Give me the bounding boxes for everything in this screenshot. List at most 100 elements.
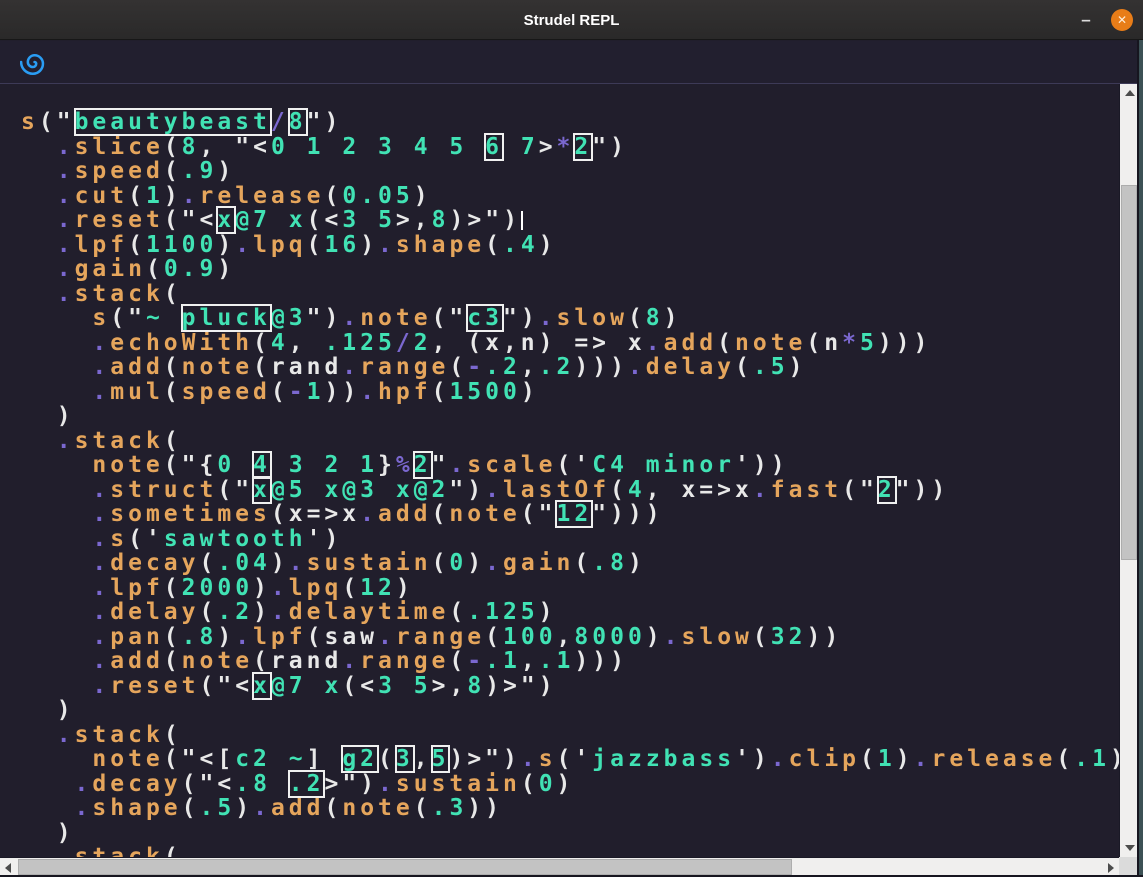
code-token: ") [307,109,343,135]
code-token: scale [467,452,556,478]
close-button[interactable]: ✕ [1111,9,1133,31]
code-token: { [199,452,217,478]
code-token: ) [521,379,539,405]
code-token: rand [271,354,342,380]
strudel-spiral-icon[interactable] [20,48,48,76]
code-token: ) [21,697,75,723]
code-line: .cut(1).release(0.05) [21,183,1119,208]
highlighted-token: .2 [289,771,325,797]
code-token: ( [164,281,182,307]
code-token: note [735,330,806,356]
code-editor[interactable]: s("beautybeast/8") .slice(8, "<0 1 2 3 4… [0,84,1119,857]
code-line: .s('sawtooth') [21,526,1119,551]
scroll-left-arrow-icon[interactable] [5,863,11,873]
code-token: ( [342,673,360,699]
code-token [21,501,92,527]
code-token: ( [253,354,271,380]
code-token: .04 [217,550,271,576]
code-token: ) [467,550,485,576]
minimize-button[interactable]: – [1077,10,1095,30]
code-token: ) [450,207,468,233]
code-token [21,771,75,797]
code-line: .decay("<.8 .2>").sustain(0) [21,771,1119,796]
code-token: ( [753,624,771,650]
code-token: . [289,550,307,576]
code-token: < [200,207,218,233]
code-line: .gain(0.9) [21,256,1119,281]
vertical-scrollbar[interactable] [1119,84,1137,857]
code-token: add [271,795,325,821]
code-token: delay [646,354,735,380]
scroll-down-arrow-icon[interactable] [1125,845,1135,851]
highlighted-token: x [253,477,271,503]
scroll-up-arrow-icon[interactable] [1125,90,1135,96]
highlighted-token: x [217,207,235,233]
code-token: sawtooth [164,526,307,552]
code-token: ) [271,550,289,576]
vertical-scrollbar-thumb[interactable] [1121,185,1137,560]
code-token: < [325,207,343,233]
code-token: } [378,452,396,478]
code-token: ( [485,232,503,258]
code-token: ( [128,183,146,209]
code-token: x@3 x@2 [307,477,450,503]
code-token: add [110,354,164,380]
highlighted-token: 5 [432,746,450,772]
code-token: . [57,428,75,454]
code-token: 4 [271,330,289,356]
code-token: .5 [753,354,789,380]
code-token [21,599,92,625]
code-line: .shape(.5).add(note(.3)) [21,795,1119,820]
code-token: .1 [485,648,521,674]
code-token: , [414,207,432,233]
code-token: 8 [182,134,200,160]
code-token: ) [664,305,682,331]
code-token: . [914,746,932,772]
code-token: ") [592,134,628,160]
code-token: > [432,673,450,699]
code-token: < [217,771,235,797]
code-token: . [646,330,664,356]
titlebar[interactable]: Strudel REPL – ✕ [0,0,1143,40]
code-token: . [360,501,378,527]
code-token: . [485,477,503,503]
code-token: > [467,746,485,772]
horizontal-scrollbar-thumb[interactable] [18,859,792,875]
code-line: .sometimes(x=>x.add(note("12"))) [21,501,1119,526]
code-token: ( [378,746,396,772]
code-line: .add(note(rand.range(-.2,.2))).delay(.5) [21,354,1119,379]
code-token: % [396,452,414,478]
horizontal-scrollbar[interactable] [0,857,1119,875]
scroll-right-arrow-icon[interactable] [1108,863,1114,873]
code-token: (" [164,746,200,772]
code-token: s [21,109,39,135]
code-token: . [235,232,253,258]
code-token: stack [75,281,164,307]
code-token: ))) [878,330,932,356]
scrollbar-corner [1119,857,1137,875]
code-token: . [182,183,200,209]
code-token: ~ [146,305,164,331]
code-token: delay [110,599,199,625]
code-line: .slice(8, "<0 1 2 3 4 5 6 7>*2") [21,134,1119,159]
code-token: ) [628,550,646,576]
code-token: [ [217,746,235,772]
code-token: 8000 [574,624,645,650]
code-token: , (x,n) => x [432,330,646,356]
code-token: , " [200,134,254,160]
code-token: ) [771,452,789,478]
code-token: * [557,134,575,160]
code-token: ( [806,330,824,356]
code-line: .reset("<x@7 x(<3 5>,8)>") [21,673,1119,698]
app-header [0,41,1143,84]
code-line: .stack( [21,844,1119,857]
code-token: lastOf [503,477,610,503]
code-token: ) [396,575,414,601]
code-token: ( [432,550,450,576]
code-token [21,134,57,160]
code-token: ) [539,599,557,625]
code-token: ( [449,599,467,625]
window-controls: – ✕ [1077,0,1133,40]
code-token: ( [164,722,182,748]
code-token [21,207,57,233]
